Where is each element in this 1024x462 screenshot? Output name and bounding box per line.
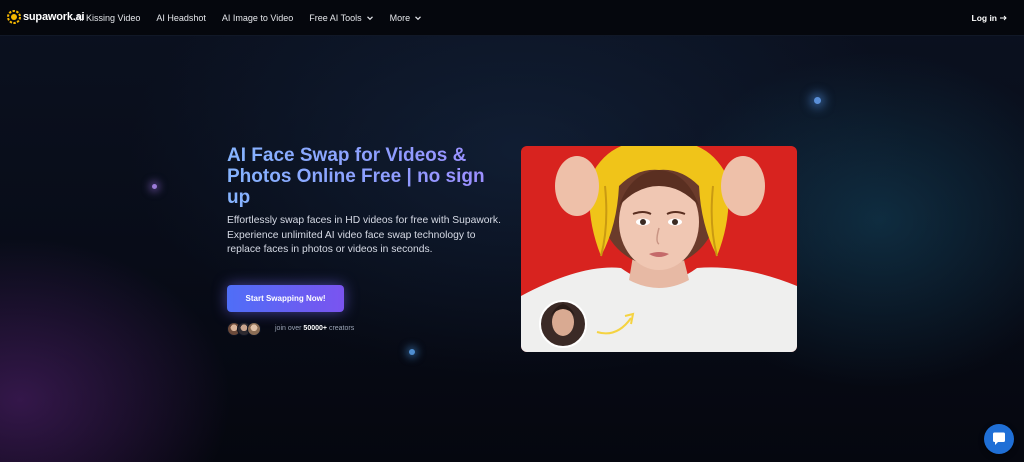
hero-title: AI Face Swap for Videos & Photos Online … <box>227 145 507 208</box>
avatar <box>247 322 261 336</box>
nav-item-ai-kissing-video[interactable]: AI Kissing Video <box>75 13 140 23</box>
login-link[interactable]: Log in <box>972 0 1009 36</box>
social-proof-prefix: join over <box>275 325 302 332</box>
sparkle-dot <box>152 184 157 189</box>
top-navigation-bar: supawork.ai AI Kissing Video AI Headshot… <box>0 0 1024 36</box>
gear-icon <box>7 10 21 24</box>
sparkle-dot <box>814 97 821 104</box>
login-label: Log in <box>971 13 998 23</box>
social-proof-text: join over 50000+ creators <box>275 325 354 332</box>
hero-description: Effortlessly swap faces in HD videos for… <box>227 215 501 255</box>
nav-item-ai-image-to-video[interactable]: AI Image to Video <box>222 13 293 23</box>
creator-avatars <box>227 322 261 336</box>
nav-item-ai-headshot[interactable]: AI Headshot <box>156 13 206 23</box>
hero-image <box>521 146 797 352</box>
nav-item-label: AI Headshot <box>156 13 206 23</box>
sparkle-dot <box>409 349 415 355</box>
nav-item-label: AI Kissing Video <box>75 13 141 23</box>
nav-item-more[interactable]: More <box>390 13 423 23</box>
chat-bubble-icon <box>993 432 1005 445</box>
social-proof-suffix: creators <box>328 325 355 332</box>
chat-button[interactable] <box>984 424 1014 454</box>
arrow-right-icon <box>1000 15 1007 21</box>
chevron-down-icon <box>366 16 373 21</box>
nav-item-label: More <box>389 13 411 23</box>
face-swap-example-illustration <box>521 146 797 352</box>
nav-item-label: Free AI Tools <box>309 13 362 23</box>
start-swapping-button[interactable]: Start Swapping Now! <box>227 285 344 312</box>
nav-item-free-ai-tools[interactable]: Free AI Tools <box>309 13 373 23</box>
nav-item-label: AI Image to Video <box>221 13 294 23</box>
main-nav: AI Kissing Video AI Headshot AI Image to… <box>75 0 438 36</box>
logo[interactable]: supawork.ai <box>6 8 85 26</box>
social-proof-count: 50000+ <box>303 325 327 332</box>
chevron-down-icon <box>415 16 422 21</box>
